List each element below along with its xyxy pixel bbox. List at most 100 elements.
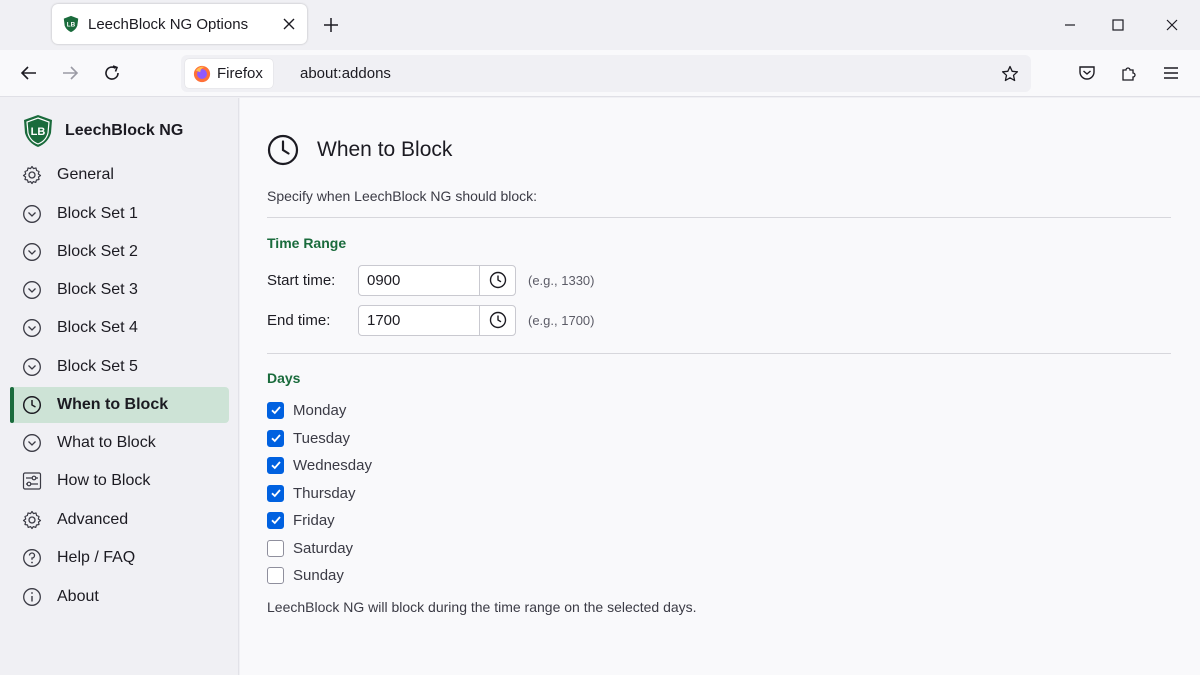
start-time-hint: (e.g., 1330)	[528, 272, 595, 288]
footnote: LeechBlock NG will block during the time…	[267, 599, 697, 615]
checkbox-unchecked[interactable]	[267, 566, 284, 584]
day-checkbox-row[interactable]: Friday	[267, 510, 335, 530]
sidebar-item-label: What to Block	[57, 434, 156, 451]
url-bar[interactable]: Firefox about:addons	[181, 55, 1031, 92]
page-header: When to Block	[267, 134, 452, 166]
sidebar-item-block-set-4[interactable]: Block Set 4	[10, 310, 229, 346]
sidebar-item-block-set-2[interactable]: Block Set 2	[10, 234, 229, 270]
maximize-icon[interactable]	[1092, 0, 1144, 50]
sidebar-item-label: Help / FAQ	[57, 549, 136, 566]
sidebar-item-label: How to Block	[57, 472, 151, 489]
day-checkbox-row[interactable]: Saturday	[267, 538, 353, 558]
reload-icon[interactable]	[96, 57, 128, 89]
sidebar-item-label: When to Block	[57, 396, 169, 413]
new-tab-icon[interactable]	[316, 10, 346, 40]
start-time-row: Start time: (e.g., 1330)	[267, 264, 595, 296]
day-label: Monday	[293, 401, 347, 419]
sidebar-item-when-to-block[interactable]: When to Block	[10, 387, 229, 423]
clock-icon	[267, 134, 299, 166]
sidebar-item-label: Block Set 1	[57, 205, 138, 222]
back-arrow-icon[interactable]	[13, 57, 45, 89]
day-label: Thursday	[293, 484, 356, 502]
forward-arrow-icon[interactable]	[54, 57, 86, 89]
leechblock-logo-icon: LB	[24, 115, 52, 147]
sidebar-item-label: General	[57, 166, 114, 183]
end-time-clock-icon[interactable]	[480, 306, 515, 335]
start-time-input[interactable]	[359, 265, 480, 295]
day-label: Saturday	[293, 539, 354, 557]
checkbox-checked[interactable]	[267, 456, 284, 474]
main-content: When to Block Specify when LeechBlock NG…	[240, 98, 1200, 675]
sidebar-item-help-faq[interactable]: Help / FAQ	[10, 540, 229, 576]
question-icon	[22, 548, 42, 568]
day-label: Wednesday	[293, 456, 372, 474]
sidebar-item-about[interactable]: About	[10, 579, 229, 615]
chevron-circle-icon	[22, 242, 42, 262]
sidebar-item-block-set-3[interactable]: Block Set 3	[10, 272, 229, 308]
identity-label: Firefox	[217, 65, 263, 82]
page-subtitle: Specify when LeechBlock NG should block:	[267, 188, 538, 204]
divider	[267, 353, 1171, 354]
bookmark-star-icon[interactable]	[997, 61, 1023, 87]
end-time-label: End time:	[267, 311, 331, 329]
checkbox-checked[interactable]	[267, 429, 284, 447]
svg-text:LB: LB	[67, 22, 76, 29]
day-checkbox-row[interactable]: Monday	[267, 400, 346, 420]
start-time-clock-icon[interactable]	[480, 266, 515, 295]
identity-box[interactable]: Firefox	[185, 59, 273, 88]
days-heading: Days	[267, 370, 301, 386]
close-window-icon[interactable]	[1146, 0, 1198, 50]
pocket-icon[interactable]	[1071, 57, 1103, 89]
chevron-circle-icon	[22, 204, 42, 224]
page-title: When to Block	[317, 138, 453, 161]
chevron-circle-icon	[22, 318, 42, 338]
divider	[267, 217, 1171, 218]
sidebar-item-what-to-block[interactable]: What to Block	[10, 425, 229, 461]
close-tab-icon[interactable]	[273, 8, 305, 40]
browser-tab[interactable]: LB LeechBlock NG Options	[52, 4, 307, 44]
day-checkbox-row[interactable]: Sunday	[267, 565, 344, 585]
brand: LB LeechBlock NG	[22, 114, 183, 148]
day-checkbox-row[interactable]: Wednesday	[267, 455, 372, 475]
sidebar-item-label: Advanced	[57, 511, 129, 528]
checkbox-checked[interactable]	[267, 511, 284, 529]
time-range-heading: Time Range	[267, 235, 347, 251]
tab-title: LeechBlock NG Options	[88, 15, 249, 33]
start-time-label: Start time:	[267, 271, 336, 289]
chevron-circle-icon	[22, 433, 42, 453]
checkbox-checked[interactable]	[267, 401, 284, 419]
info-icon	[22, 587, 42, 607]
day-checkbox-row[interactable]: Thursday	[267, 483, 356, 503]
url-text[interactable]: about:addons	[300, 65, 391, 82]
day-label: Sunday	[293, 566, 344, 584]
sidebar-item-label: Block Set 3	[57, 281, 138, 298]
day-label: Friday	[293, 511, 335, 529]
brand-name: LeechBlock NG	[65, 122, 184, 139]
day-checkbox-row[interactable]: Tuesday	[267, 428, 350, 448]
end-time-hint: (e.g., 1700)	[528, 312, 595, 328]
sidebar-item-block-set-5[interactable]: Block Set 5	[10, 349, 229, 385]
leechblock-favicon-icon: LB	[63, 15, 79, 33]
minimize-icon[interactable]	[1044, 0, 1096, 50]
end-time-row: End time: (e.g., 1700)	[267, 304, 595, 336]
gear-icon	[22, 165, 42, 185]
start-time-field	[358, 264, 516, 296]
end-time-field	[358, 304, 516, 336]
sidebar-item-label: Block Set 4	[57, 319, 138, 336]
sidebar: LB LeechBlock NG General Block Set 1 Blo…	[0, 98, 239, 675]
sidebar-item-label: About	[57, 588, 99, 605]
sidebar-item-advanced[interactable]: Advanced	[10, 502, 229, 538]
checkbox-checked[interactable]	[267, 484, 284, 502]
sidebar-item-how-to-block[interactable]: How to Block	[10, 463, 229, 499]
end-time-input[interactable]	[359, 305, 480, 335]
firefox-logo-icon	[193, 65, 211, 82]
gear-icon	[22, 510, 42, 530]
extensions-puzzle-icon[interactable]	[1113, 57, 1145, 89]
checkbox-unchecked[interactable]	[267, 539, 284, 557]
sidebar-item-general[interactable]: General	[10, 157, 229, 193]
navigation-toolbar: Firefox about:addons	[0, 50, 1200, 97]
clock-icon	[22, 395, 42, 415]
sidebar-item-block-set-1[interactable]: Block Set 1	[10, 196, 229, 232]
sidebar-item-label: Block Set 5	[57, 358, 138, 375]
hamburger-menu-icon[interactable]	[1155, 57, 1187, 89]
